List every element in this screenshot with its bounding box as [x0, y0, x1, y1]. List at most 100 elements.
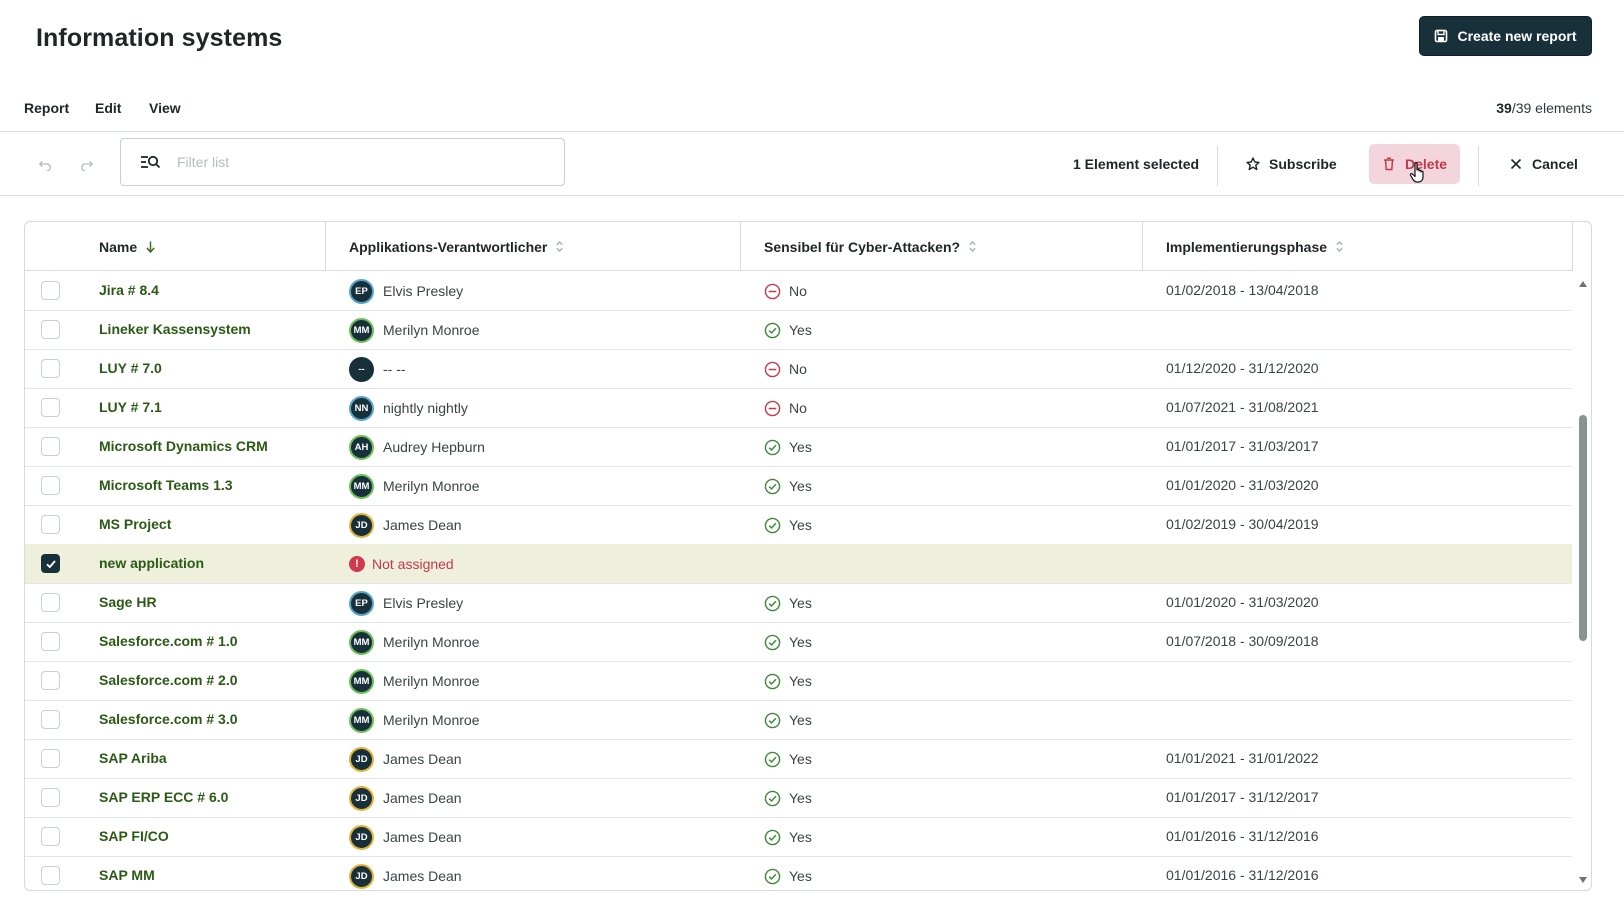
check-circle-icon [764, 634, 781, 651]
cancel-label: Cancel [1532, 156, 1578, 172]
column-header-impl[interactable]: Implementierungsphase [1166, 222, 1344, 271]
column-header-cyber[interactable]: Sensibel für Cyber-Attacken? [764, 222, 977, 271]
row-cyber-status: Yes [764, 749, 812, 769]
row-owner: NN nightly nightly [349, 395, 468, 421]
owner-name: -- -- [383, 361, 406, 377]
create-new-report-button[interactable]: Create new report [1419, 16, 1592, 56]
sort-icon[interactable] [1335, 240, 1344, 253]
row-checkbox[interactable] [41, 632, 60, 651]
table-row[interactable]: Salesforce.com # 1.0 MM Merilyn Monroe Yes 0… [25, 622, 1572, 662]
avatar: AH [349, 434, 374, 460]
filter-box[interactable] [120, 138, 565, 186]
row-owner: EP Elvis Presley [349, 278, 463, 304]
scroll-down-icon[interactable] [1578, 875, 1588, 885]
row-checkbox[interactable] [41, 437, 60, 456]
table-row[interactable]: SAP Ariba JD James Dean Yes 01/01/2021 - 31/… [25, 739, 1572, 779]
menu-view[interactable]: View [149, 100, 181, 116]
row-checkbox[interactable] [41, 398, 60, 417]
column-divider [740, 222, 741, 271]
redo-icon[interactable] [77, 154, 97, 174]
avatar: JD [349, 824, 374, 850]
table-row[interactable]: Lineker Kassensystem MM Merilyn Monroe Yes [25, 310, 1572, 350]
table-row[interactable]: Salesforce.com # 2.0 MM Merilyn Monroe Yes [25, 661, 1572, 701]
table-row[interactable]: Sage HR EP Elvis Presley Yes 01/01/2020 - 31… [25, 583, 1572, 623]
row-cyber-status: Yes [764, 476, 812, 496]
row-cyber-status: Yes [764, 710, 812, 730]
row-name-link[interactable]: SAP Ariba [99, 750, 167, 766]
row-name-link[interactable]: Microsoft Teams 1.3 [99, 477, 233, 493]
table-row[interactable]: SAP ERP ECC # 6.0 JD James Dean Yes 01/01/20… [25, 778, 1572, 818]
owner-name: Merilyn Monroe [383, 673, 480, 689]
scrollbar[interactable] [1574, 271, 1591, 890]
row-name-link[interactable]: SAP ERP ECC # 6.0 [99, 789, 228, 805]
filter-input[interactable] [177, 154, 527, 170]
row-checkbox[interactable] [41, 710, 60, 729]
row-checkbox[interactable] [41, 866, 60, 885]
row-checkbox[interactable] [41, 359, 60, 378]
row-checkbox[interactable] [41, 593, 60, 612]
row-name-link[interactable]: LUY # 7.0 [99, 360, 162, 376]
subscribe-button[interactable]: Subscribe [1246, 144, 1337, 184]
column-header-owner[interactable]: Applikations-Verantwortlicher [349, 222, 564, 271]
row-name-link[interactable]: Salesforce.com # 1.0 [99, 633, 238, 649]
table-row[interactable]: Microsoft Dynamics CRM AH Audrey Hepburn Ye… [25, 427, 1572, 467]
scroll-up-icon[interactable] [1578, 279, 1588, 289]
owner-name: nightly nightly [383, 400, 468, 416]
row-name-link[interactable]: Microsoft Dynamics CRM [99, 438, 268, 454]
row-cyber-status: Yes [764, 593, 812, 613]
table-row[interactable]: MS Project JD James Dean Yes 01/02/2019 - 30… [25, 505, 1572, 545]
menu-report[interactable]: Report [24, 100, 69, 116]
row-name-link[interactable]: SAP MM [99, 867, 155, 883]
table-row[interactable]: Jira # 8.4 EP Elvis Presley No 01/02/2018 - … [25, 271, 1572, 311]
check-circle-icon [764, 751, 781, 768]
column-header-name[interactable]: Name [99, 222, 156, 271]
row-checkbox[interactable] [41, 476, 60, 495]
subscribe-label: Subscribe [1269, 156, 1337, 172]
sort-icon[interactable] [555, 240, 564, 253]
row-name-link[interactable]: new application [99, 555, 204, 571]
menu-edit[interactable]: Edit [95, 100, 121, 116]
table-row[interactable]: new application! Not assigned [25, 544, 1572, 584]
row-owner: MM Merilyn Monroe [349, 473, 479, 499]
owner-name: James Dean [383, 868, 462, 884]
row-checkbox[interactable] [41, 554, 60, 573]
row-cyber-status: Yes [764, 827, 812, 847]
close-icon [1509, 157, 1523, 171]
scrollbar-thumb[interactable] [1579, 414, 1587, 641]
sort-icon[interactable] [968, 240, 977, 253]
table-row[interactable]: SAP MM JD James Dean Yes 01/01/2016 - 31/12/… [25, 856, 1572, 890]
row-name-link[interactable]: Jira # 8.4 [99, 282, 159, 298]
table-row[interactable]: SAP FI/CO JD James Dean Yes 01/01/2016 - 31/… [25, 817, 1572, 857]
row-checkbox[interactable] [41, 671, 60, 690]
avatar: MM [349, 473, 374, 499]
row-name-link[interactable]: Lineker Kassensystem [99, 321, 251, 337]
row-name-link[interactable]: MS Project [99, 516, 171, 532]
cyber-label: Yes [789, 712, 812, 728]
row-name-link[interactable]: Salesforce.com # 2.0 [99, 672, 238, 688]
owner-name: Merilyn Monroe [383, 478, 480, 494]
sort-descending-icon[interactable] [145, 240, 156, 254]
row-checkbox[interactable] [41, 281, 60, 300]
row-checkbox[interactable] [41, 515, 60, 534]
row-name-link[interactable]: Sage HR [99, 594, 157, 610]
avatar: EP [349, 590, 374, 616]
cyber-label: Yes [789, 322, 812, 338]
row-checkbox[interactable] [41, 749, 60, 768]
avatar: MM [349, 317, 374, 343]
owner-name: Merilyn Monroe [383, 322, 480, 338]
row-name-link[interactable]: SAP FI/CO [99, 828, 169, 844]
undo-icon[interactable] [35, 154, 55, 174]
table-row[interactable]: LUY # 7.0 -- -- -- No 01/12/2020 - 31/12/202… [25, 349, 1572, 389]
table-row[interactable]: Salesforce.com # 3.0 MM Merilyn Monroe Yes [25, 700, 1572, 740]
row-name-link[interactable]: Salesforce.com # 3.0 [99, 711, 238, 727]
check-circle-icon [764, 868, 781, 885]
table-row[interactable]: Microsoft Teams 1.3 MM Merilyn Monroe Yes 01… [25, 466, 1572, 506]
row-checkbox[interactable] [41, 827, 60, 846]
row-checkbox[interactable] [41, 320, 60, 339]
cancel-button[interactable]: Cancel [1509, 144, 1578, 184]
avatar: NN [349, 395, 374, 421]
cyber-label: Yes [789, 790, 812, 806]
row-checkbox[interactable] [41, 788, 60, 807]
table-row[interactable]: LUY # 7.1 NN nightly nightly No 01/07/2021 -… [25, 388, 1572, 428]
row-name-link[interactable]: LUY # 7.1 [99, 399, 162, 415]
